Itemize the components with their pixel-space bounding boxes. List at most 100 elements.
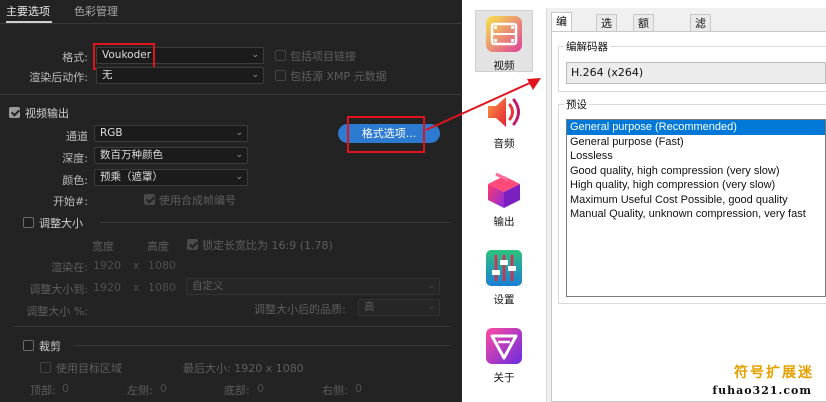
chevron-down-icon: ⌄	[251, 50, 259, 60]
preset-item[interactable]: Maximum Useful Cost Possible, good quali…	[567, 193, 825, 208]
times-sign: x	[133, 259, 140, 272]
tab-extra-data[interactable]: 额外数据	[633, 14, 654, 84]
format-label: 格式:	[62, 51, 88, 64]
depth-select[interactable]: 数百万种颜色 ⌄	[94, 147, 248, 164]
resize-checkbox[interactable]	[23, 217, 34, 228]
sidebar-item-label: 输出	[493, 216, 515, 228]
include-chain-checkbox[interactable]	[275, 50, 286, 61]
watermark-url: fuhao321.com	[712, 384, 812, 397]
resize-to-label: 调整大小到:	[29, 283, 88, 296]
post-action-label: 渲染后动作:	[29, 71, 88, 84]
preset-group-title: 预设	[564, 97, 589, 112]
final-size-label: 最后大小: 1920 x 1080	[183, 362, 304, 375]
chevron-down-icon: ⌄	[235, 128, 243, 138]
crop-bottom-label: 底部:	[224, 384, 250, 397]
sidebar-item-about[interactable]: 关于	[480, 326, 528, 385]
sidebar-item-output[interactable]: 输出	[480, 170, 528, 229]
resize-preset-value: 自定义	[192, 280, 224, 292]
sidebar-item-video[interactable]: 视频	[475, 10, 533, 72]
use-region-label: 使用目标区域	[56, 362, 122, 375]
composite-frame-checkbox[interactable]	[144, 194, 155, 205]
channel-select[interactable]: RGB ⌄	[94, 125, 248, 142]
times-sign: x	[133, 281, 140, 294]
crop-left-value[interactable]: 0	[160, 382, 167, 395]
export-settings-panel: 主要选项 色彩管理 格式: Voukoder ⌄ 包括项目链接 渲染后动作: 无…	[0, 0, 462, 402]
crop-right-value[interactable]: 0	[355, 382, 362, 395]
quality-value: 高	[364, 301, 375, 313]
tab-encoder[interactable]: 编码器	[551, 12, 572, 64]
color-select[interactable]: 预乘（遮罩） ⌄	[94, 169, 248, 186]
about-logo-icon	[486, 328, 522, 364]
crop-heading: 裁剪	[39, 340, 61, 353]
resize-width-value[interactable]: 1920	[93, 281, 121, 294]
crop-checkbox[interactable]	[23, 340, 34, 351]
preset-item[interactable]: Lossless	[567, 149, 825, 164]
sidebar-item-label: 音频	[493, 138, 515, 150]
color-value: 预乘（遮罩）	[100, 171, 163, 183]
audio-speaker-icon	[488, 97, 520, 127]
post-action-value: 无	[102, 69, 113, 81]
voukoder-sidebar: 视频 音频 输出 设置 关于	[462, 0, 546, 402]
preset-item[interactable]: Good quality, high compression (very slo…	[567, 164, 825, 179]
resize-percent-label: 调整大小 %:	[26, 305, 88, 318]
include-chain-label: 包括项目链接	[290, 50, 356, 63]
video-output-heading: 视频输出	[25, 107, 69, 120]
sidebar-item-label: 关于	[493, 372, 515, 384]
section-divider	[0, 94, 462, 95]
quality-select[interactable]: 高 ⌄	[358, 299, 440, 316]
watermark-title: 符号扩展迷	[734, 365, 814, 381]
resize-preset-select[interactable]: 自定义 ⌄	[186, 278, 440, 295]
preset-item[interactable]: High quality, high compression (very slo…	[567, 178, 825, 193]
width-header: 宽度	[92, 240, 114, 253]
composite-frame-label: 使用合成帧编号	[159, 194, 236, 207]
channel-value: RGB	[100, 127, 123, 139]
video-output-checkbox[interactable]	[9, 107, 20, 118]
include-xmp-label: 包括源 XMP 元数据	[290, 70, 387, 83]
video-film-icon	[486, 16, 522, 52]
codec-group-title: 编解码器	[564, 39, 610, 54]
tab-options[interactable]: 选项	[596, 14, 617, 48]
preset-item-selected[interactable]: General purpose (Recommended)	[567, 120, 825, 135]
render-width-value: 1920	[93, 259, 121, 272]
chevron-down-icon: ⌄	[427, 281, 435, 291]
tab-filters[interactable]: 滤镜	[690, 14, 711, 48]
section-divider	[14, 326, 450, 327]
tab-main-options[interactable]: 主要选项	[6, 3, 50, 19]
post-action-select[interactable]: 无 ⌄	[96, 67, 264, 84]
crop-left-label: 左侧:	[127, 384, 153, 397]
chevron-down-icon: ⌄	[427, 302, 435, 312]
resize-divider	[100, 222, 450, 223]
resize-height-value[interactable]: 1080	[148, 281, 176, 294]
settings-sliders-icon	[486, 250, 522, 286]
format-highlight-box	[93, 43, 155, 70]
output-box-icon	[488, 172, 520, 208]
voukoder-window: 视频 音频 输出 设置 关于 编 选 额 滤 编解码器 H.264 (x264)…	[462, 0, 826, 402]
quality-label: 调整大小后的品质:	[254, 303, 346, 316]
codec-select[interactable]: H.264 (x264)	[566, 62, 826, 84]
preset-list[interactable]: General purpose (Recommended) General pu…	[566, 119, 826, 297]
crop-bottom-value[interactable]: 0	[257, 382, 264, 395]
crop-top-label: 顶部:	[30, 384, 56, 397]
use-region-checkbox[interactable]	[40, 362, 51, 373]
preset-item[interactable]: Manual Quality, unknown compression, ver…	[567, 207, 825, 222]
voukoder-content-panel: 编码器 选项 额外数据 滤镜 编解码器 H.264 (x264) 预设 Gene…	[546, 8, 826, 402]
render-height-value: 1080	[148, 259, 176, 272]
tab-color-management[interactable]: 色彩管理	[74, 3, 118, 19]
resize-heading: 调整大小	[39, 217, 83, 230]
include-xmp-checkbox[interactable]	[275, 70, 286, 81]
channel-label: 通道	[66, 130, 88, 143]
start-label: 开始#:	[53, 195, 88, 208]
crop-divider	[74, 345, 450, 346]
render-at-label: 渲染在:	[51, 261, 88, 274]
tab-divider	[0, 23, 462, 24]
codec-value: H.264 (x264)	[571, 66, 644, 79]
sidebar-item-audio[interactable]: 音频	[480, 92, 528, 151]
lock-ratio-checkbox[interactable]	[187, 239, 198, 250]
sidebar-item-settings[interactable]: 设置	[480, 248, 528, 307]
preset-item[interactable]: General purpose (Fast)	[567, 135, 825, 150]
depth-value: 数百万种颜色	[100, 149, 163, 161]
crop-top-value[interactable]: 0	[62, 382, 69, 395]
encoder-tab-body: 编解码器 H.264 (x264) 预设 General purpose (Re…	[551, 31, 826, 402]
lock-ratio-label: 锁定长宽比为 16:9 (1.78)	[202, 239, 333, 252]
color-label: 颜色:	[62, 174, 88, 187]
